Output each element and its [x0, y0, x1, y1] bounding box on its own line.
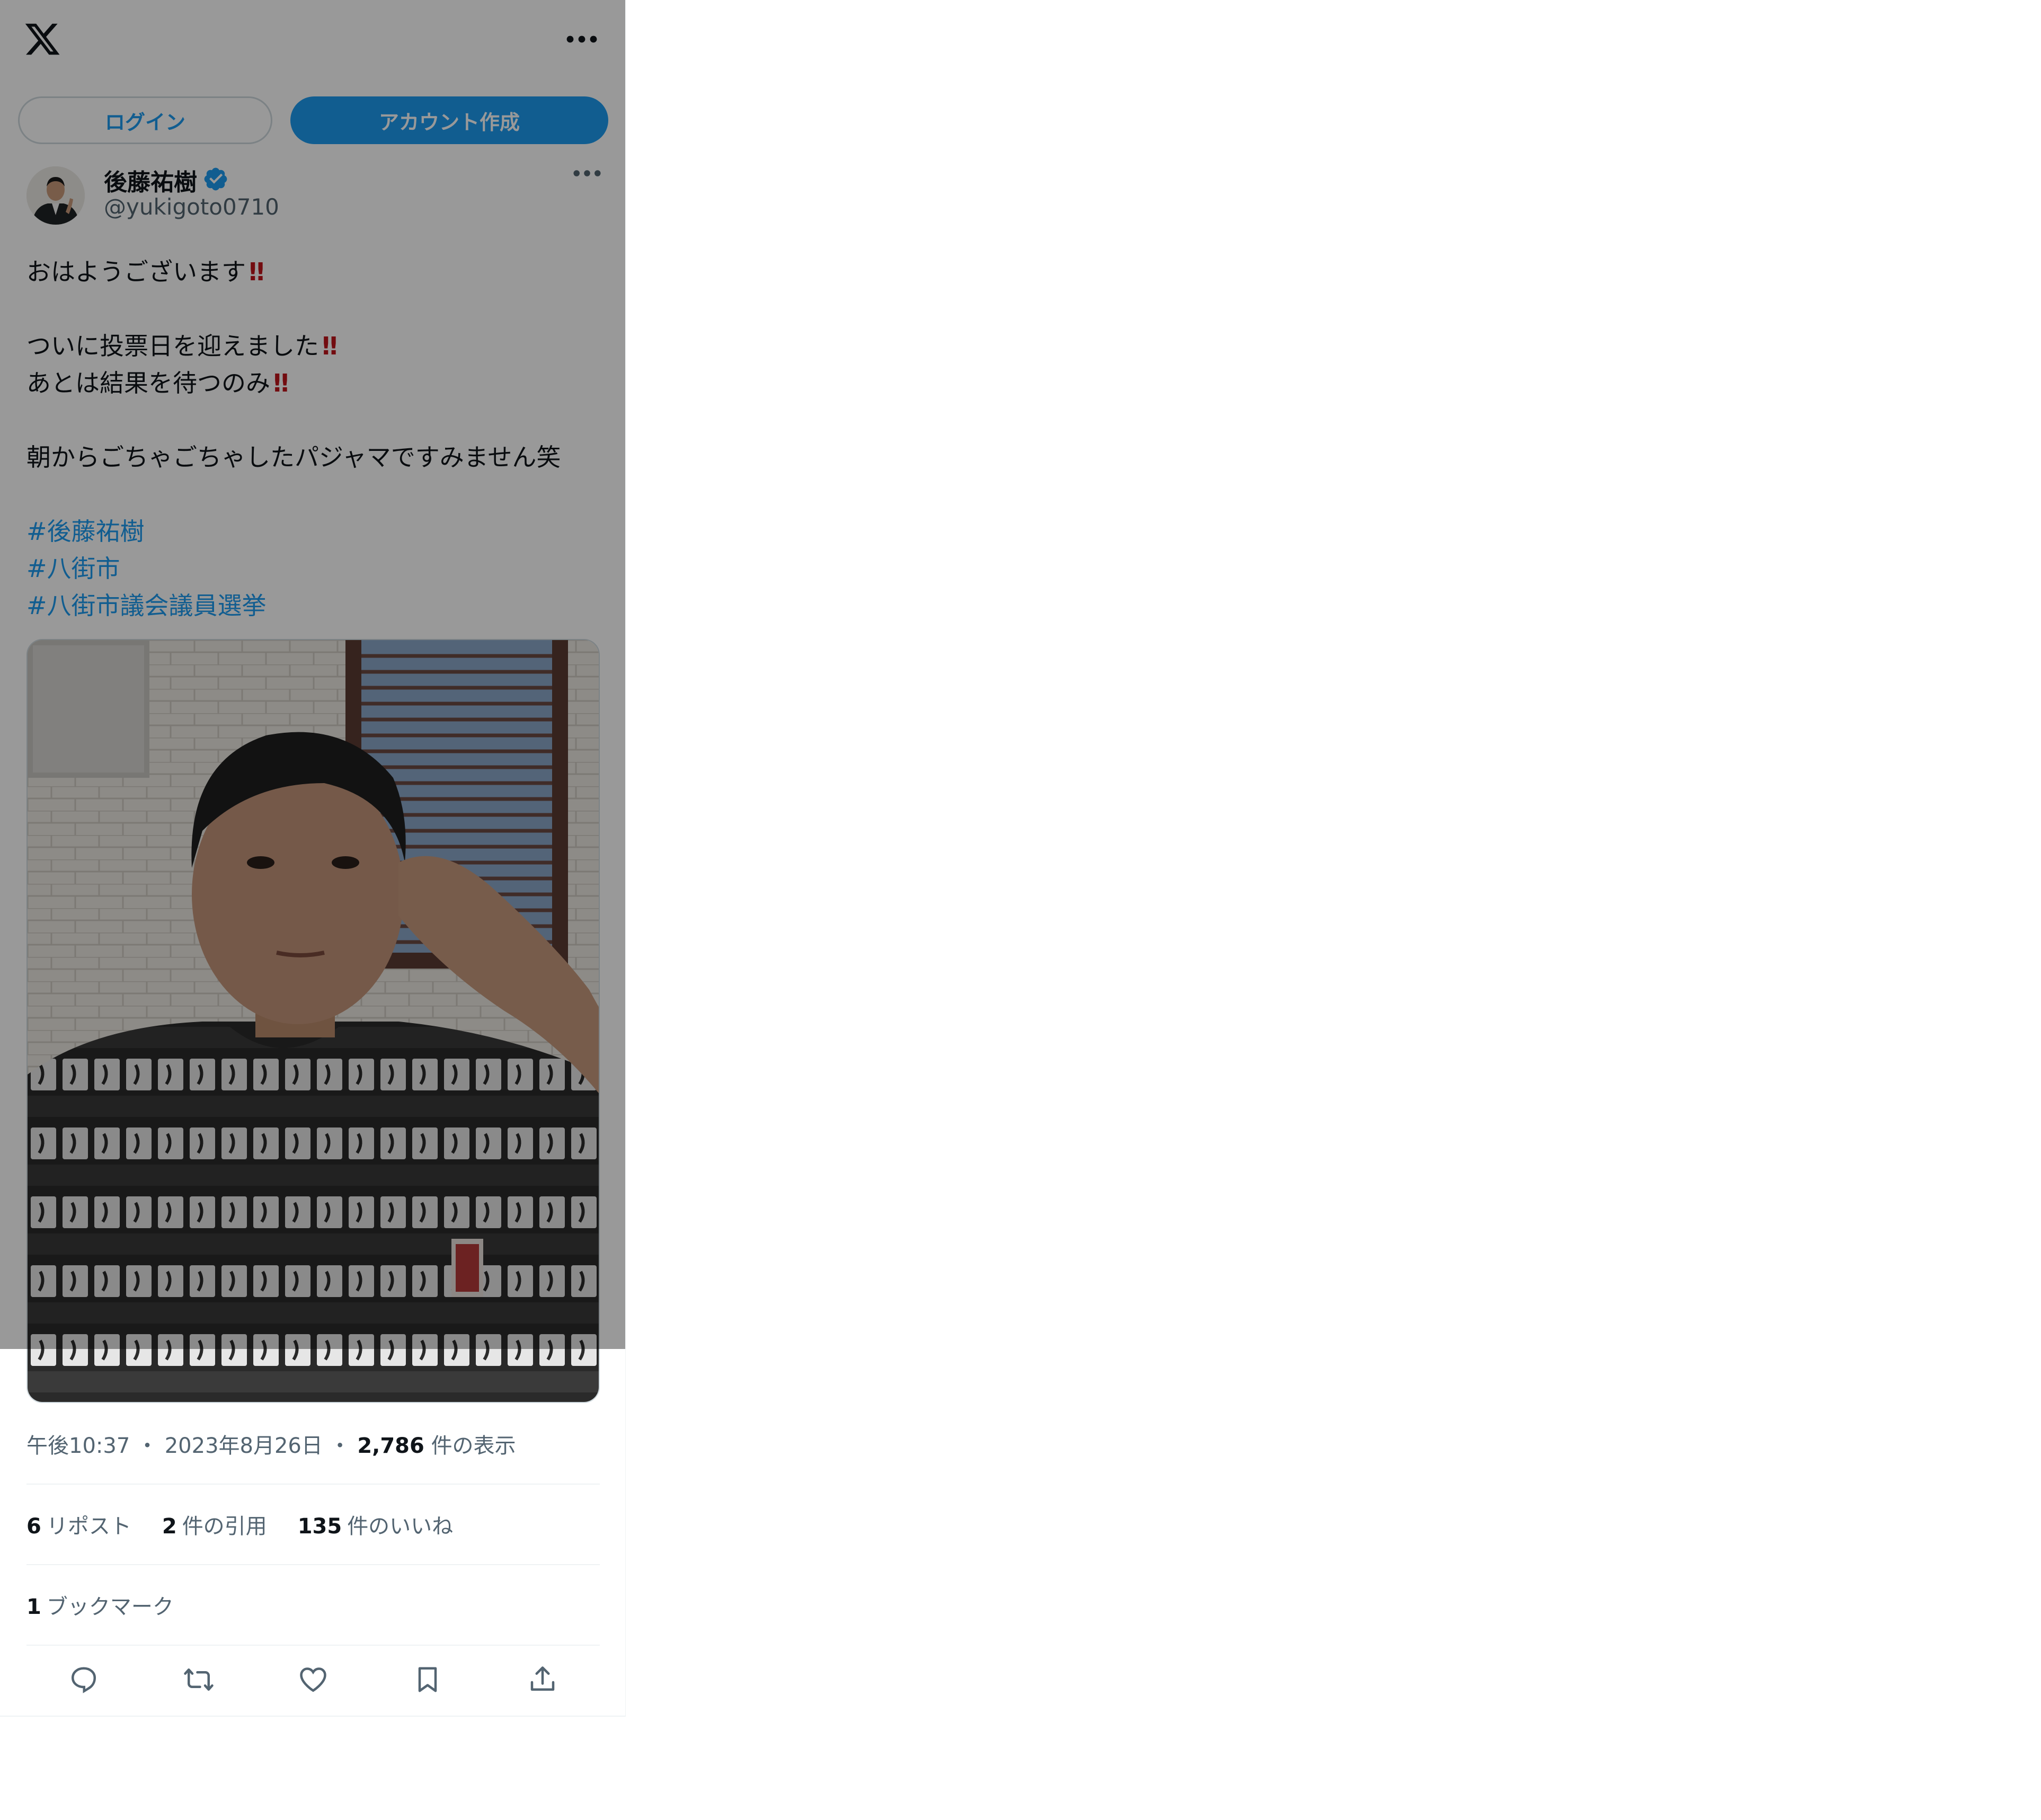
tweet-meta: 午後10:37 ・ 2023年8月26日 ・ 2,786 件の表示	[26, 1428, 516, 1459]
action-bar	[26, 1658, 600, 1701]
likes-label: 件のいいね	[347, 1514, 454, 1539]
dim-overlay[interactable]	[0, 0, 625, 1349]
reposts-label: リポスト	[46, 1514, 131, 1539]
share-icon[interactable]	[526, 1663, 560, 1697]
heart-icon[interactable]	[296, 1663, 330, 1697]
reposts-count: 6	[26, 1514, 41, 1539]
tweet-date[interactable]: 2023年8月26日	[165, 1434, 323, 1458]
divider	[0, 1716, 625, 1717]
meta-separator: ・	[329, 1434, 351, 1458]
tweet-page: ログイン アカウント作成 後藤祐樹 @yukigoto0710 おはようございま…	[0, 0, 626, 1717]
meta-separator: ・	[137, 1434, 158, 1458]
bookmarks-label: ブックマーク	[46, 1595, 174, 1619]
reply-icon[interactable]	[67, 1663, 101, 1697]
bookmarks-stat: 1 ブックマーク	[26, 1590, 174, 1620]
bookmarks-count: 1	[26, 1595, 41, 1619]
divider	[26, 1645, 600, 1646]
repost-icon[interactable]	[182, 1663, 216, 1697]
quotes-label: 件の引用	[182, 1514, 267, 1539]
divider	[26, 1564, 600, 1565]
reposts-link[interactable]: 6 リポスト	[26, 1509, 131, 1540]
quotes-link[interactable]: 2 件の引用	[162, 1509, 267, 1540]
engagement-stats: 6 リポスト 2 件の引用 135 件のいいね	[26, 1509, 453, 1540]
likes-count: 135	[297, 1514, 342, 1539]
bookmark-icon[interactable]	[411, 1663, 445, 1697]
divider	[26, 1484, 600, 1485]
views-label: 件の表示	[431, 1434, 516, 1458]
views-count: 2,786	[357, 1434, 424, 1458]
likes-link[interactable]: 135 件のいいね	[298, 1509, 454, 1540]
quotes-count: 2	[162, 1514, 177, 1539]
tweet-time[interactable]: 午後10:37	[26, 1434, 130, 1458]
